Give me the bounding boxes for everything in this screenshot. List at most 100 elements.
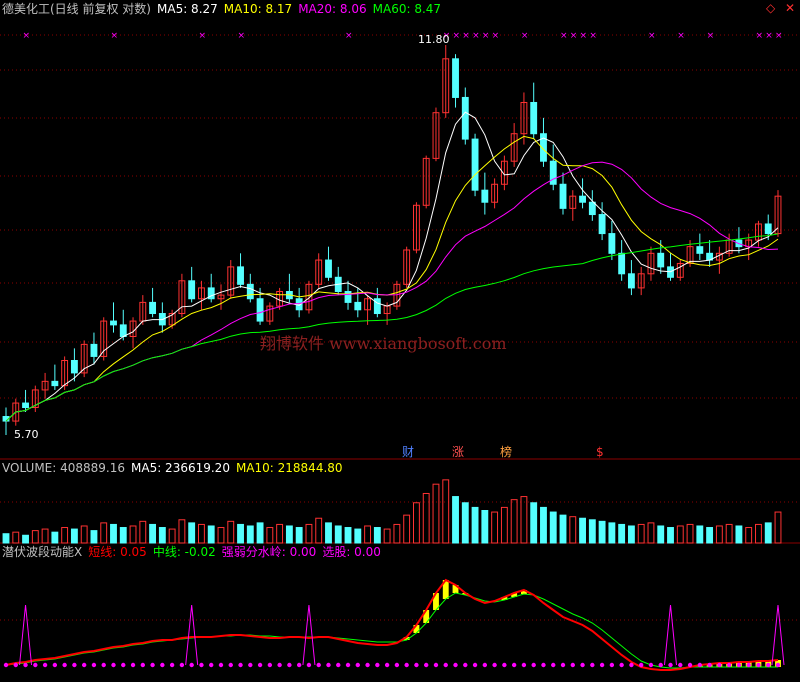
watershed-dot [345, 662, 351, 668]
watershed-dot [199, 662, 204, 668]
stock-title: 德美化工(日线 前复权 对数) [2, 2, 151, 16]
volume-bar [657, 525, 665, 544]
volume-bar [403, 514, 411, 544]
volume-bar [100, 522, 108, 544]
watershed-dot [121, 662, 126, 668]
volume-bar [422, 492, 430, 544]
watershed-dot [316, 662, 321, 668]
volume-bar [618, 523, 626, 544]
low-price-label: 5.70 [14, 428, 39, 441]
watershed-value: 强弱分水岭: 0.00 [221, 545, 317, 559]
short-line [5, 578, 779, 671]
signal-mark: × [23, 31, 31, 41]
candle-body [627, 273, 635, 289]
volume-bar [667, 527, 674, 544]
watershed-dot [91, 662, 97, 668]
volume-header: VOLUME: 408889.16 MA5: 236619.20 MA10: 218… [2, 461, 349, 475]
volume-bar [598, 520, 606, 544]
watershed-dot [394, 662, 400, 668]
candle-body [256, 298, 264, 322]
volume-bar [31, 530, 39, 544]
volume-bar [2, 533, 10, 544]
volume-bar [315, 517, 323, 544]
candle-body [598, 214, 606, 235]
signal-mark: × [560, 31, 568, 41]
volume-bar [90, 530, 98, 544]
volume-bar [706, 527, 714, 544]
watershed-dot [697, 662, 703, 668]
candle-body [588, 201, 596, 216]
volume-bar [481, 510, 489, 544]
volume-bar [579, 517, 586, 544]
watershed-dot [424, 662, 429, 668]
watershed-dot [238, 662, 243, 668]
volume-bar [530, 502, 538, 544]
volume-bar [325, 522, 332, 544]
volume-bar [373, 527, 381, 544]
volume-bar [764, 522, 772, 544]
signal-mark: × [648, 31, 656, 41]
volume-bar [41, 528, 49, 544]
watershed-dot [306, 662, 312, 668]
candle-body [110, 320, 117, 326]
volume-bar [61, 527, 69, 544]
close-icon[interactable]: ✕ [785, 1, 795, 15]
watershed-dot [101, 662, 106, 668]
watershed-dot [453, 662, 458, 668]
candle-body [354, 301, 362, 311]
candle-body [657, 252, 665, 268]
watershed-dot [570, 662, 575, 668]
watershed-dot [775, 662, 781, 668]
watershed-dot [746, 662, 751, 668]
pick-spike [19, 604, 33, 666]
watershed-dot [140, 662, 146, 668]
ma20-value: MA20: 8.06 [298, 2, 367, 16]
watershed-dot [463, 662, 468, 668]
volume-bar [715, 525, 723, 544]
watershed-dot [23, 662, 28, 668]
watershed-dot [336, 662, 341, 668]
candle-body [188, 280, 196, 300]
ma60-value: MA60: 8.47 [372, 2, 442, 16]
candle-body [246, 283, 254, 300]
watershed-dot [160, 662, 165, 668]
volume-value: VOLUME: 408889.16 [2, 461, 125, 475]
volume-bar [334, 525, 342, 544]
diamond-icon[interactable]: ◇ [766, 1, 775, 15]
watershed-dot [287, 662, 292, 668]
volume-bar [266, 527, 274, 544]
watershed-dot [766, 662, 771, 668]
volume-bar [442, 479, 450, 544]
volume-bar [188, 522, 196, 544]
pick-value: 选股: 0.00 [322, 545, 381, 559]
candle-body [22, 402, 29, 409]
volume-bar [569, 516, 577, 544]
watershed-dot [414, 662, 419, 668]
watershed-dot [482, 662, 488, 668]
signal-mark: × [238, 31, 246, 41]
volume-bar [354, 528, 362, 544]
watershed-dot [736, 662, 742, 668]
pick-spike [302, 604, 316, 666]
watershed-dot [189, 662, 194, 668]
candle-body [696, 246, 704, 254]
watershed-dot [111, 662, 116, 668]
volume-bar [588, 519, 596, 544]
watershed-dot [228, 662, 233, 668]
signal-mark: × [472, 31, 480, 41]
candle-body [344, 290, 352, 303]
signal-mark: × [589, 31, 597, 41]
chart-canvas[interactable]: × × × × × × × × × × × × × × × × × × × × × × 翔博软件 www.xiangbos… [0, 0, 800, 682]
watershed-dot [296, 662, 302, 668]
watershed-dot [42, 662, 48, 668]
high-price-label: 11.80 [418, 33, 450, 46]
watershed-dot [443, 662, 448, 668]
watershed-dot [638, 662, 644, 668]
candle-body [608, 233, 616, 254]
signal-marks: × × × × × × × × × × × × × × × × × × × × × × [23, 31, 783, 41]
volume-bar [198, 523, 205, 544]
volume-bar [461, 502, 469, 544]
candlestick-series [2, 45, 782, 435]
indicator-name: 潜伏波段动能X [2, 545, 83, 559]
candle-body [452, 58, 459, 98]
